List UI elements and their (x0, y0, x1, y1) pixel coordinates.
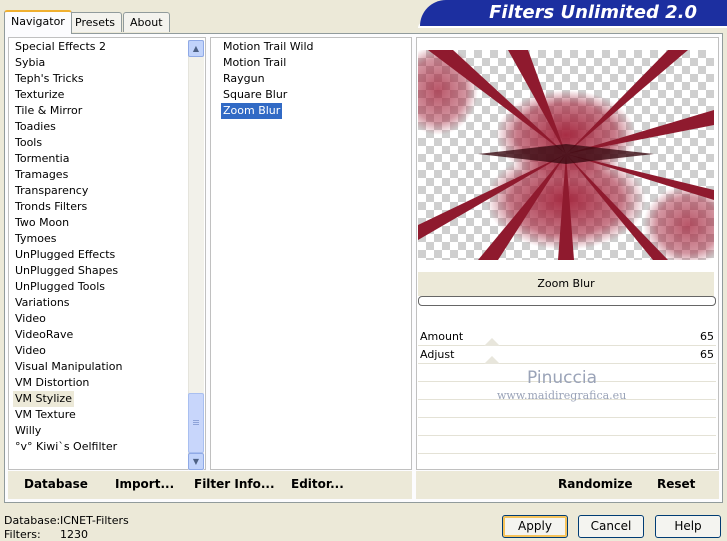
import-button[interactable]: Import... (115, 477, 174, 491)
randomize-button[interactable]: Randomize (558, 477, 632, 491)
category-item[interactable]: Toadies (15, 119, 56, 135)
slider-thumb-icon[interactable] (484, 338, 500, 346)
category-item[interactable]: Tronds Filters (15, 199, 87, 215)
category-item[interactable]: Variations (15, 295, 70, 311)
filter-item[interactable]: Motion Trail (223, 55, 286, 71)
category-item[interactable]: Tramages (15, 167, 68, 183)
category-item[interactable]: Special Effects 2 (15, 39, 106, 55)
filter-info-button[interactable]: Filter Info... (194, 477, 275, 491)
category-item[interactable]: Tymoes (15, 231, 56, 247)
category-item[interactable]: Sybia (15, 55, 45, 71)
setting-label: Adjust (420, 348, 455, 361)
setting-value: 65 (700, 330, 714, 343)
category-item[interactable]: VideoRave (15, 327, 73, 343)
category-item[interactable]: Visual Manipulation (15, 359, 122, 375)
database-label: Database: (4, 514, 61, 527)
tab-navigator-label: Navigator (11, 15, 65, 28)
category-item[interactable]: UnPlugged Shapes (15, 263, 118, 279)
filter-item[interactable]: Zoom Blur (221, 103, 283, 119)
setting-row-adjust[interactable]: Adjust 65 (418, 346, 716, 364)
scroll-up-icon[interactable]: ▲ (188, 40, 204, 57)
editor-button[interactable]: Editor... (291, 477, 344, 491)
cancel-button[interactable]: Cancel (578, 515, 644, 538)
grip-line (193, 420, 199, 421)
filter-item[interactable]: Motion Trail Wild (223, 39, 314, 55)
category-item[interactable]: VM Texture (15, 407, 76, 423)
setting-label: Amount (420, 330, 464, 343)
category-item[interactable]: Tools (15, 135, 42, 151)
progress-bar (418, 296, 716, 306)
tab-presets[interactable]: Presets (68, 12, 123, 32)
setting-row-empty (418, 400, 716, 418)
category-item[interactable]: Teph's Tricks (15, 71, 84, 87)
grip-line (193, 424, 199, 425)
category-item[interactable]: Two Moon (15, 215, 69, 231)
scroll-down-icon[interactable]: ▼ (188, 453, 204, 470)
filter-item[interactable]: Raygun (223, 71, 265, 87)
setting-row-empty (418, 436, 716, 454)
category-item[interactable]: Texturize (15, 87, 64, 103)
scrollbar-thumb[interactable] (188, 393, 204, 453)
category-item[interactable]: Video (15, 311, 46, 327)
reset-button[interactable]: Reset (657, 477, 695, 491)
filters-value: 1230 (60, 528, 88, 541)
watermark-name: Pinuccia (527, 368, 597, 388)
preview-filter-name: Zoom Blur (418, 272, 714, 296)
category-item[interactable]: VM Distortion (15, 375, 89, 391)
apply-button[interactable]: Apply (502, 515, 568, 538)
category-item[interactable]: Tile & Mirror (15, 103, 82, 119)
category-item[interactable]: Video (15, 343, 46, 359)
database-value: ICNET-Filters (60, 514, 129, 527)
category-item[interactable]: °v° Kiwi`s Oelfilter (15, 439, 117, 455)
help-button[interactable]: Help (655, 515, 721, 538)
slider-thumb-icon[interactable] (484, 356, 500, 364)
grip-line (193, 422, 199, 423)
filters-label: Filters: (4, 528, 41, 541)
setting-row-empty (418, 418, 716, 436)
setting-row-amount[interactable]: Amount 65 (418, 328, 716, 346)
preview-image (418, 50, 714, 260)
category-item[interactable]: Willy (15, 423, 41, 439)
tab-navigator[interactable]: Navigator (4, 10, 72, 34)
category-item[interactable]: Tormentia (15, 151, 69, 167)
zoom-blur-artwork (418, 50, 714, 260)
tab-about[interactable]: About (123, 12, 170, 32)
tab-presets-label: Presets (75, 16, 116, 29)
watermark-url: www.maidiregrafica.eu (497, 389, 627, 402)
setting-row-empty (418, 454, 716, 472)
filter-item[interactable]: Square Blur (223, 87, 287, 103)
tab-about-label: About (130, 16, 163, 29)
category-item[interactable]: UnPlugged Effects (15, 247, 115, 263)
category-item[interactable]: VM Stylize (13, 391, 74, 407)
app-banner: Filters Unlimited 2.0 (420, 0, 727, 26)
category-item[interactable]: UnPlugged Tools (15, 279, 105, 295)
database-button[interactable]: Database (24, 477, 88, 491)
setting-value: 65 (700, 348, 714, 361)
banner-title: Filters Unlimited 2.0 (489, 2, 697, 23)
category-item[interactable]: Transparency (15, 183, 88, 199)
